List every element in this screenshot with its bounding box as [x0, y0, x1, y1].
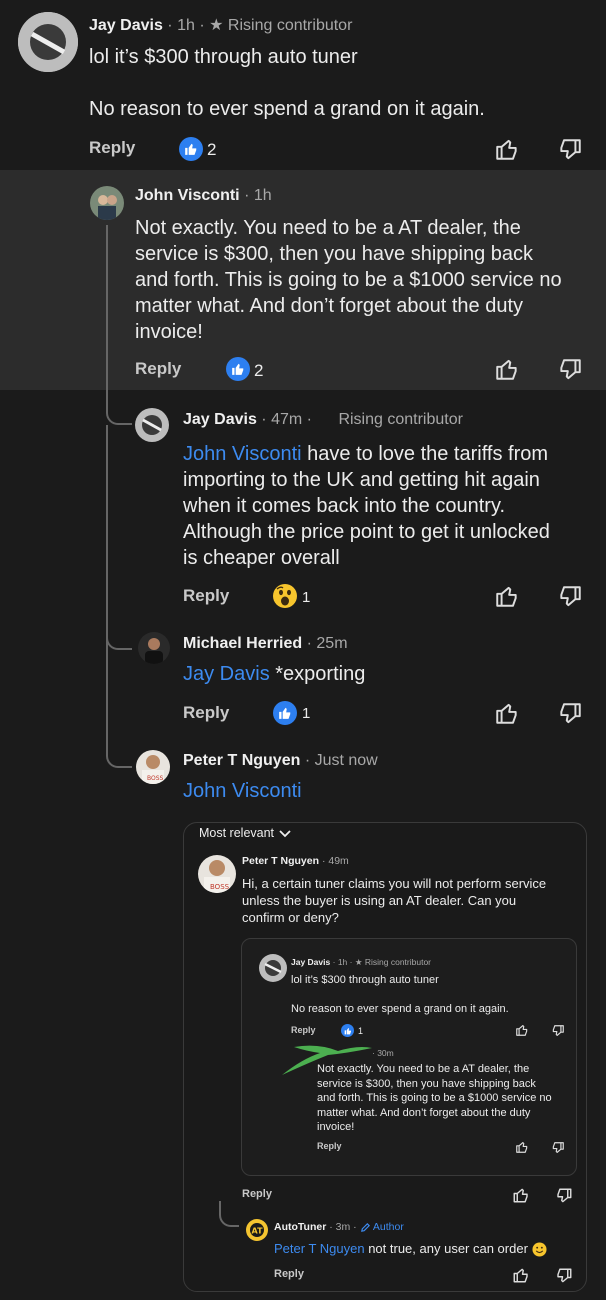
star-icon: ★ [209, 17, 224, 34]
thumbs-up-icon[interactable] [515, 1023, 529, 1037]
thumbs-down-icon[interactable] [551, 1024, 565, 1038]
thumbs-up-icon[interactable] [512, 1186, 530, 1204]
mention-link[interactable]: John Visconti [183, 780, 302, 803]
thumbs-down-icon[interactable] [557, 584, 583, 610]
chevron-down-icon[interactable] [278, 829, 292, 839]
like-reaction-icon [341, 1024, 354, 1037]
thumbs-down-icon[interactable] [557, 701, 583, 727]
author-name[interactable]: Jay Davis [291, 957, 330, 967]
like-reaction-icon [273, 701, 297, 725]
comment-text: Not exactly. You need to be a AT dealer,… [135, 217, 562, 343]
thread-line [106, 425, 108, 650]
thread-connector [106, 365, 132, 425]
thumbs-down-icon[interactable] [551, 1141, 565, 1155]
author-badge: Author [372, 1221, 404, 1233]
mention-link[interactable]: Jay Davis [183, 663, 270, 685]
comment-text: Not exactly. You need to be a AT dealer,… [317, 1063, 552, 1133]
wow-reaction-icon [272, 583, 298, 609]
svg-text:BOSS: BOSS [147, 775, 164, 782]
timestamp: 3m [335, 1221, 351, 1233]
timestamp: 25m [316, 635, 348, 652]
thumbs-down-icon[interactable] [557, 357, 583, 383]
thumbs-up-icon[interactable] [494, 356, 520, 382]
avatar[interactable] [138, 632, 170, 664]
star-icon: ★ [354, 957, 363, 967]
reaction-count: 2 [207, 140, 217, 159]
reply-button[interactable]: Reply [89, 138, 135, 158]
thumbs-down-icon[interactable] [557, 137, 583, 163]
reply-button[interactable]: Reply [317, 1141, 342, 1151]
reaction-count: 1 [302, 705, 311, 722]
mention-link[interactable]: Peter T Nguyen [274, 1241, 365, 1256]
timestamp: 47m [271, 411, 303, 428]
thumbs-up-icon[interactable] [494, 136, 520, 162]
smiley-emoji-icon [532, 1242, 547, 1257]
avatar[interactable] [18, 12, 78, 72]
embedded-screenshot[interactable]: Most relevant BOSS Peter T Nguyen · 49m … [183, 822, 587, 1292]
reply-button[interactable]: Reply [291, 1025, 316, 1035]
timestamp: 1h [337, 957, 348, 967]
autotuner-logo-icon[interactable]: AT [246, 1219, 268, 1241]
thumbs-up-icon[interactable] [515, 1140, 529, 1154]
thread-connector [106, 650, 132, 768]
author-name[interactable]: John Visconti [135, 187, 240, 204]
comment-text: lol it’s $300 through auto tuner [89, 46, 358, 68]
contributor-badge: Rising contributor [227, 17, 353, 34]
author-name[interactable]: AutoTuner [274, 1221, 326, 1233]
avatar[interactable] [135, 408, 169, 442]
comment-text: Jay Davis *exporting [183, 663, 366, 685]
comment-text: lol it’s $300 through auto tuner [291, 974, 439, 986]
like-reaction-icon [179, 137, 203, 161]
thumbs-up-icon[interactable] [512, 1266, 530, 1284]
timestamp: Just now [314, 752, 378, 769]
thread-line [106, 225, 108, 365]
comment-text: No reason to ever spend a grand on it ag… [89, 98, 485, 120]
thumbs-up-icon[interactable] [494, 700, 520, 726]
thumbs-down-icon[interactable] [555, 1187, 573, 1205]
author-name[interactable]: Jay Davis [183, 411, 257, 428]
timestamp: 30m [377, 1048, 394, 1058]
avatar[interactable] [259, 954, 287, 982]
nested-screenshot[interactable]: Jay Davis · 1h · ★ Rising contributor lo… [241, 938, 577, 1176]
timestamp: 1h [177, 17, 195, 34]
reaction-count: 2 [254, 361, 264, 380]
avatar[interactable]: BOSS [198, 855, 236, 893]
svg-text:AT: AT [252, 1227, 264, 1236]
like-reaction-icon [226, 357, 250, 381]
author-name[interactable]: Michael Herried [183, 635, 302, 652]
contributor-badge: Rising contributor [338, 411, 463, 428]
avatar[interactable]: BOSS [136, 750, 170, 784]
contributor-badge: Rising contributor [364, 957, 431, 967]
reply-button[interactable]: Reply [183, 703, 229, 723]
author-name[interactable]: Jay Davis [89, 17, 163, 34]
reaction-count: 1 [302, 589, 311, 606]
thread-connector [219, 1201, 239, 1227]
sort-dropdown[interactable]: Most relevant [199, 826, 274, 840]
reply-button[interactable]: Reply [274, 1268, 304, 1280]
comment-text: Peter T Nguyen not true, any user can or… [274, 1241, 547, 1257]
pencil-icon [360, 1222, 371, 1233]
comment-text: Hi, a certain tuner claims you will not … [242, 876, 547, 925]
avatar[interactable] [90, 186, 124, 220]
timestamp: 1h [253, 187, 272, 204]
thread-connector [106, 626, 132, 650]
author-name[interactable]: Peter T Nguyen [242, 855, 319, 867]
comment-text: John Visconti have to love the tariffs f… [183, 443, 550, 569]
thumbs-down-icon[interactable] [555, 1267, 573, 1285]
mention-link[interactable]: John Visconti [183, 443, 302, 465]
reaction-count: 1 [358, 1026, 364, 1036]
svg-text:BOSS: BOSS [210, 883, 230, 891]
reply-button[interactable]: Reply [242, 1188, 272, 1200]
reply-button[interactable]: Reply [183, 586, 229, 606]
timestamp: 49m [328, 855, 349, 867]
comment-text: No reason to ever spend a grand on it ag… [291, 1003, 509, 1015]
reply-button[interactable]: Reply [135, 359, 181, 379]
author-name[interactable]: Peter T Nguyen [183, 752, 300, 769]
thumbs-up-icon[interactable] [494, 583, 520, 609]
